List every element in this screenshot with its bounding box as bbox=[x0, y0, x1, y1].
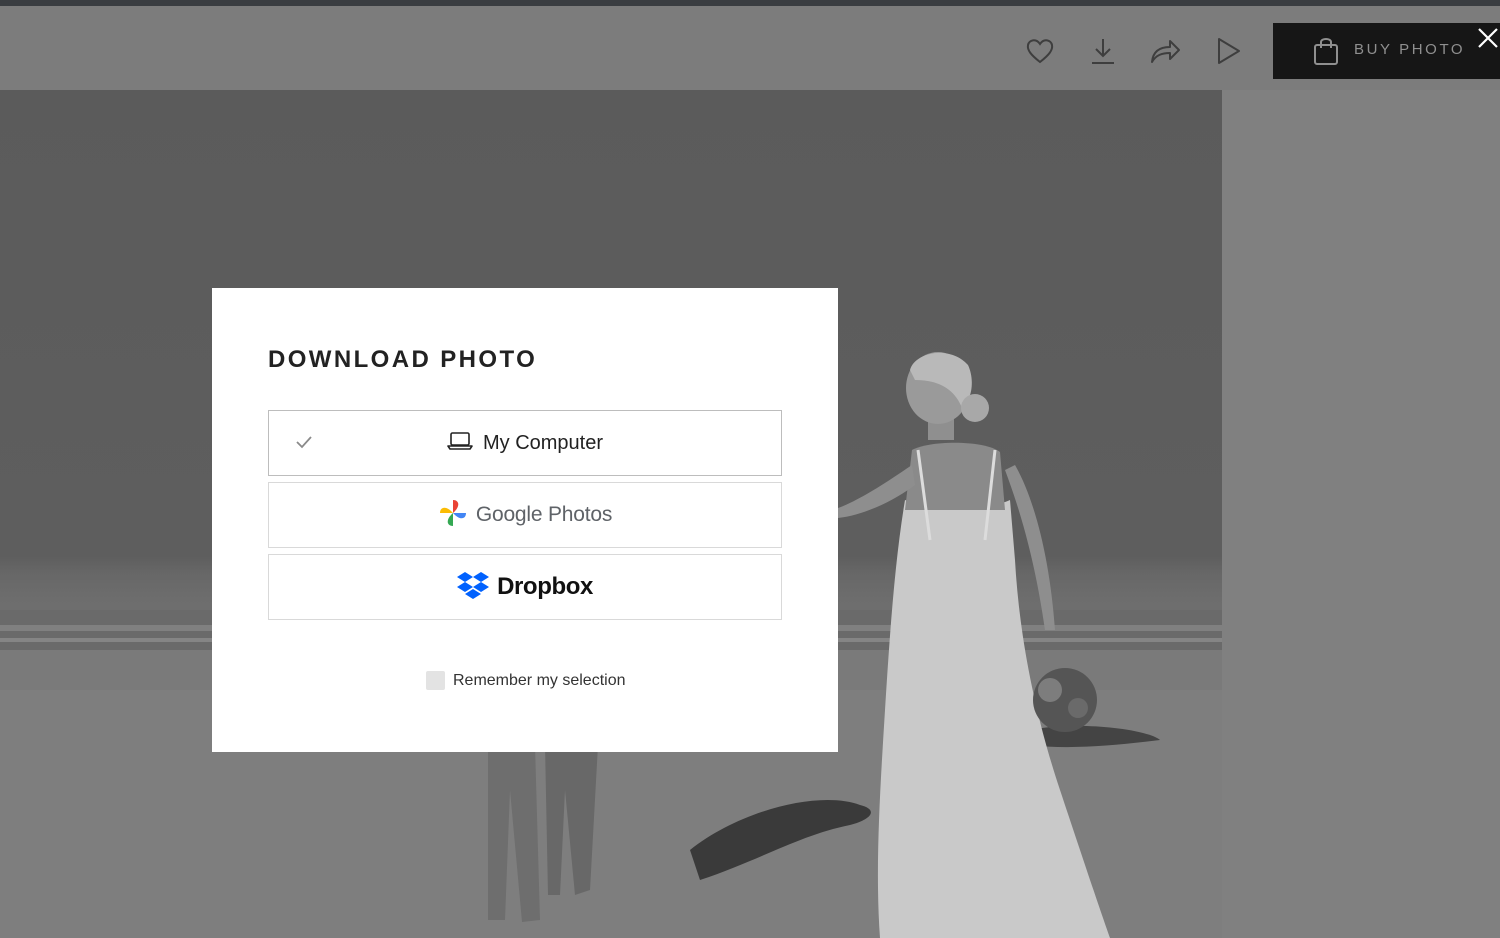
shopping-bag-icon bbox=[1313, 36, 1339, 71]
buy-photo-button[interactable]: BUY PHOTO bbox=[1273, 23, 1500, 79]
photo-toolbar: BUY PHOTO bbox=[0, 6, 1500, 90]
buy-photo-label: BUY PHOTO bbox=[1354, 41, 1466, 58]
heart-icon[interactable] bbox=[1023, 34, 1057, 68]
download-icon[interactable] bbox=[1086, 34, 1120, 68]
option-google-photos[interactable]: Google Photos bbox=[268, 482, 782, 548]
remember-label: Remember my selection bbox=[453, 671, 626, 689]
laptop-icon bbox=[447, 431, 473, 456]
remember-selection[interactable]: Remember my selection bbox=[426, 671, 626, 690]
remember-checkbox[interactable] bbox=[426, 671, 445, 690]
option-my-computer[interactable]: My Computer bbox=[268, 410, 782, 476]
dropbox-icon bbox=[457, 571, 490, 604]
option-dropbox[interactable]: Dropbox bbox=[268, 554, 782, 620]
option-label: My Computer bbox=[482, 431, 604, 454]
download-photo-modal: DOWNLOAD PHOTO My Computer Google Photos bbox=[212, 288, 838, 752]
play-icon[interactable] bbox=[1211, 34, 1245, 68]
option-label: Google Photos bbox=[475, 503, 613, 526]
check-icon bbox=[295, 435, 313, 454]
modal-title: DOWNLOAD PHOTO bbox=[268, 346, 538, 373]
google-photos-icon bbox=[438, 498, 468, 533]
option-label: Dropbox bbox=[497, 573, 593, 600]
share-icon[interactable] bbox=[1148, 34, 1182, 68]
close-icon[interactable] bbox=[1476, 26, 1500, 54]
